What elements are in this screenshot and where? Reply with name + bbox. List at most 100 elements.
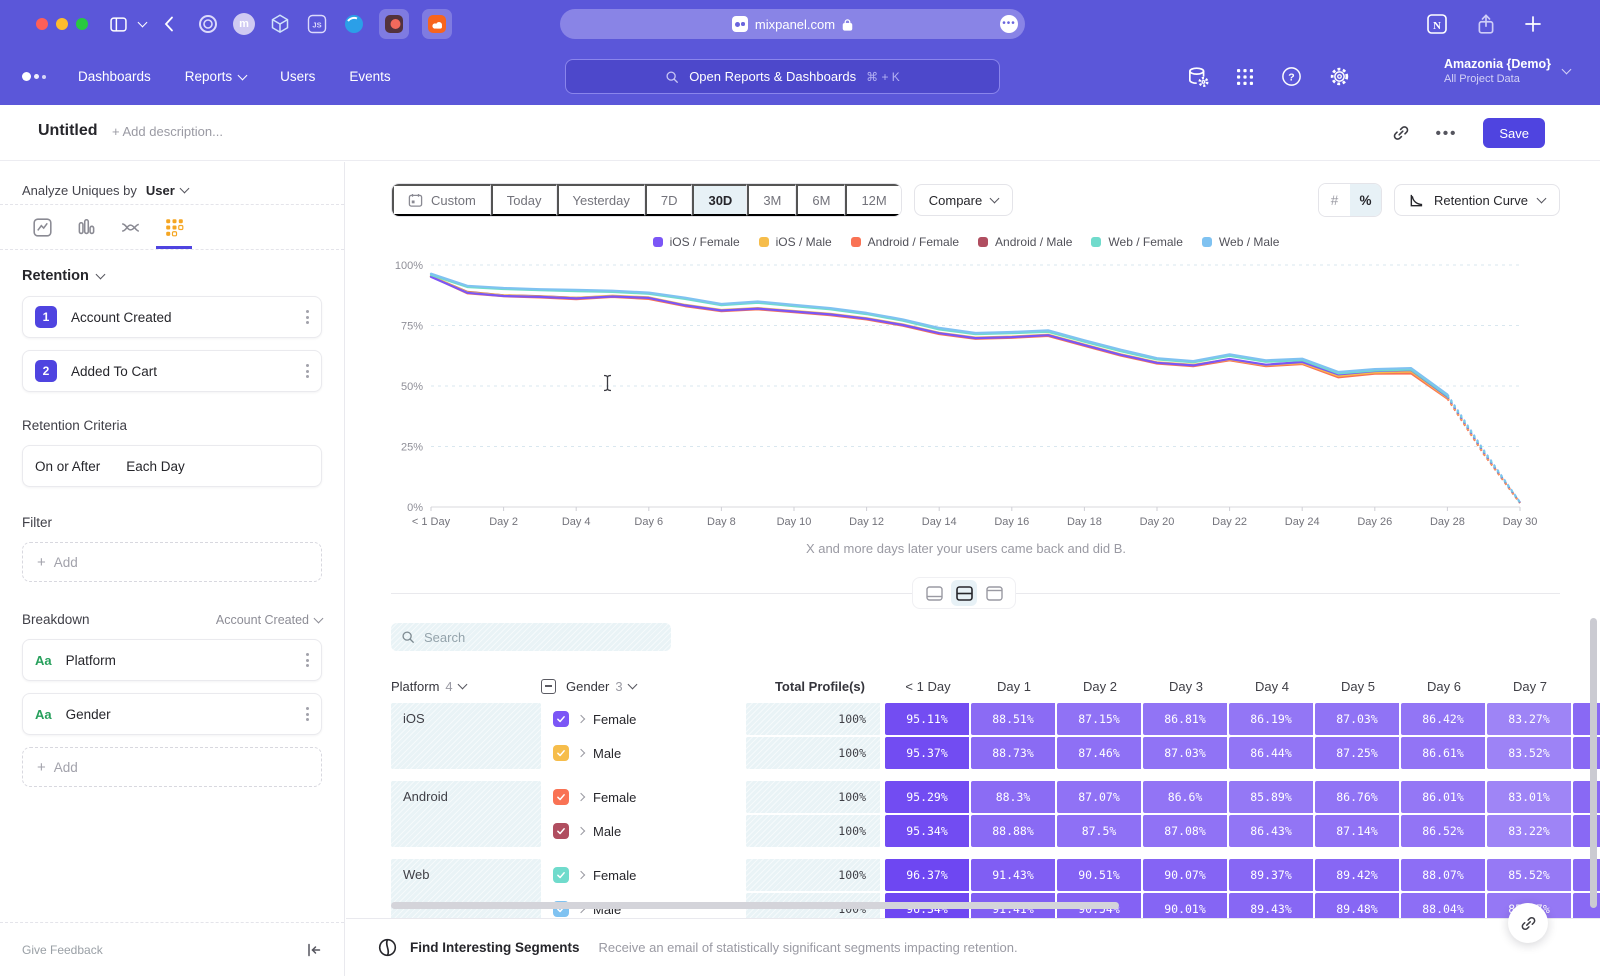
legend-item[interactable]: Web / Female bbox=[1091, 235, 1182, 249]
nav-item-reports[interactable]: Reports bbox=[185, 69, 246, 84]
close-window-button[interactable] bbox=[36, 18, 48, 30]
criteria-condition[interactable]: On or After bbox=[35, 459, 100, 474]
retention-step-card[interactable]: 1Account Created bbox=[22, 296, 322, 338]
minimize-window-button[interactable] bbox=[56, 18, 68, 30]
back-icon[interactable] bbox=[164, 16, 174, 32]
analyze-entity-selector[interactable]: User bbox=[146, 183, 175, 198]
nav-item-events[interactable]: Events bbox=[349, 69, 390, 84]
retention-section-label[interactable]: Retention bbox=[22, 268, 89, 284]
data-management-icon[interactable] bbox=[1187, 66, 1209, 88]
layout-chart-only-button[interactable] bbox=[921, 580, 947, 606]
chart-type-selector[interactable]: Retention Curve bbox=[1394, 184, 1560, 216]
expand-row-icon[interactable] bbox=[577, 793, 585, 801]
breakdown-card-platform[interactable]: AaPlatform bbox=[22, 639, 322, 681]
gender-column-header[interactable]: Gender3 bbox=[541, 679, 746, 694]
absolute-format-button[interactable]: # bbox=[1319, 184, 1350, 216]
share-icon[interactable] bbox=[1477, 14, 1495, 35]
table-search[interactable] bbox=[391, 623, 671, 651]
help-icon[interactable]: ? bbox=[1281, 66, 1302, 87]
tab-js-icon[interactable]: JS bbox=[305, 12, 329, 36]
range-button-30d[interactable]: 30D bbox=[692, 184, 747, 216]
more-options-icon[interactable] bbox=[306, 364, 309, 378]
row-checkbox[interactable] bbox=[553, 745, 569, 761]
report-title[interactable]: Untitled bbox=[38, 122, 98, 140]
collapse-sidebar-icon[interactable] bbox=[306, 942, 322, 958]
project-switcher[interactable]: Amazonia {Demo} All Project Data bbox=[1444, 57, 1570, 85]
nav-item-dashboards[interactable]: Dashboards bbox=[78, 69, 151, 84]
more-options-icon[interactable]: ••• bbox=[1436, 125, 1458, 142]
report-description-placeholder[interactable]: + Add description... bbox=[112, 124, 223, 139]
percent-format-button[interactable]: % bbox=[1350, 184, 1381, 216]
row-checkbox[interactable] bbox=[553, 867, 569, 883]
range-button-6m[interactable]: 6M bbox=[796, 184, 845, 216]
expand-row-icon[interactable] bbox=[577, 715, 585, 723]
url-more-icon[interactable]: ••• bbox=[1000, 15, 1018, 33]
maximize-window-button[interactable] bbox=[76, 18, 88, 30]
layout-table-only-button[interactable] bbox=[981, 580, 1007, 606]
tab-insights[interactable] bbox=[24, 209, 60, 249]
select-all-checkbox[interactable] bbox=[541, 679, 556, 694]
retention-criteria-card[interactable]: On or After Each Day bbox=[22, 445, 322, 487]
copy-link-icon[interactable] bbox=[1392, 124, 1410, 142]
retention-curve-icon bbox=[1409, 193, 1424, 208]
sidebar-toggle-icon[interactable] bbox=[110, 17, 127, 32]
row-checkbox[interactable] bbox=[553, 711, 569, 727]
legend-item[interactable]: Web / Male bbox=[1202, 235, 1279, 249]
mixpanel-logo[interactable] bbox=[22, 72, 46, 81]
nav-item-users[interactable]: Users bbox=[280, 69, 315, 84]
vertical-scrollbar[interactable] bbox=[1590, 618, 1597, 908]
legend-item[interactable]: Android / Female bbox=[851, 235, 959, 249]
address-bar[interactable]: mixpanel.com ••• bbox=[560, 9, 1025, 39]
tab-cube-icon[interactable] bbox=[268, 12, 292, 36]
range-button-custom[interactable]: Custom bbox=[392, 184, 491, 216]
value-format-toggle: # % bbox=[1318, 183, 1382, 217]
table-search-input[interactable] bbox=[424, 630, 644, 645]
expand-row-icon[interactable] bbox=[577, 749, 585, 757]
range-label: 30D bbox=[708, 193, 732, 208]
horizontal-scrollbar[interactable] bbox=[391, 902, 1119, 909]
expand-row-icon[interactable] bbox=[577, 827, 585, 835]
tab-ring-icon[interactable] bbox=[196, 12, 220, 36]
add-breakdown-button[interactable]: +Add bbox=[22, 747, 322, 787]
row-checkbox[interactable] bbox=[553, 823, 569, 839]
tab-flows[interactable] bbox=[112, 209, 148, 249]
breakdown-card-gender[interactable]: AaGender bbox=[22, 693, 322, 735]
notion-extension-icon[interactable]: N bbox=[1426, 13, 1448, 35]
criteria-interval[interactable]: Each Day bbox=[126, 459, 185, 474]
more-options-icon[interactable] bbox=[306, 653, 309, 667]
tab-retention[interactable] bbox=[156, 209, 192, 249]
platform-column-header[interactable]: Platform4 bbox=[391, 679, 541, 694]
legend-item[interactable]: iOS / Female bbox=[653, 235, 740, 249]
share-report-floating-button[interactable] bbox=[1508, 903, 1548, 943]
chevron-down-icon bbox=[1562, 65, 1572, 75]
global-search[interactable]: Open Reports & Dashboards ⌘ + K bbox=[565, 59, 1000, 94]
tab-globe-icon[interactable] bbox=[342, 12, 366, 36]
range-button-7d[interactable]: 7D bbox=[645, 184, 693, 216]
tab-avatar-m-icon[interactable]: m bbox=[233, 13, 255, 35]
retention-step-card[interactable]: 2Added To Cart bbox=[22, 350, 322, 392]
settings-gear-icon[interactable] bbox=[1329, 66, 1350, 87]
range-button-12m[interactable]: 12M bbox=[845, 184, 900, 216]
save-button[interactable]: Save bbox=[1483, 118, 1545, 148]
chevron-down-icon[interactable] bbox=[138, 18, 148, 28]
legend-item[interactable]: iOS / Male bbox=[759, 235, 832, 249]
compare-button[interactable]: Compare bbox=[914, 184, 1013, 216]
row-checkbox[interactable] bbox=[553, 789, 569, 805]
expand-row-icon[interactable] bbox=[577, 871, 585, 879]
breakdown-scope-selector[interactable]: Account Created bbox=[216, 613, 322, 627]
tab-soundcloud-icon[interactable] bbox=[422, 9, 452, 39]
more-options-icon[interactable] bbox=[306, 707, 309, 721]
layout-split-button[interactable] bbox=[951, 580, 977, 606]
give-feedback-link[interactable]: Give Feedback bbox=[22, 943, 103, 957]
range-button-yesterday[interactable]: Yesterday bbox=[557, 184, 645, 216]
apps-grid-icon[interactable] bbox=[1236, 68, 1254, 86]
range-button-today[interactable]: Today bbox=[491, 184, 557, 216]
more-options-icon[interactable] bbox=[306, 310, 309, 324]
find-segments-button[interactable]: Find Interesting Segments bbox=[410, 940, 580, 955]
tab-active-red-app-icon[interactable] bbox=[379, 9, 409, 39]
tab-funnels[interactable] bbox=[68, 209, 104, 249]
add-filter-button[interactable]: +Add bbox=[22, 542, 322, 582]
legend-item[interactable]: Android / Male bbox=[978, 235, 1072, 249]
new-tab-icon[interactable] bbox=[1524, 15, 1542, 33]
range-button-3m[interactable]: 3M bbox=[747, 184, 796, 216]
